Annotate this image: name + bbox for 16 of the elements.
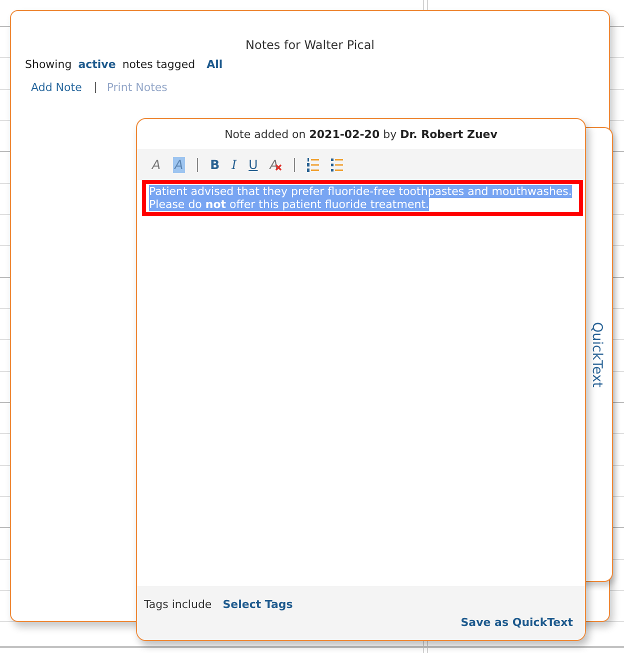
panel-title: Notes for Walter Pical [244,38,376,52]
save-quicktext-link[interactable]: Save as QuickText [460,616,573,629]
tag-link[interactable]: All [206,58,223,71]
filter-text: Showing active notes tagged All [25,58,224,71]
note-header: Note added on 2021-02-20 by Dr. Robert Zuev [224,128,498,140]
status-link[interactable]: active [78,58,116,71]
underline-button[interactable]: U [248,157,258,172]
italic-button[interactable]: I [232,157,237,172]
select-tags-link[interactable]: Select Tags [222,598,293,611]
numbered-list-icon[interactable] [307,158,320,172]
bold-button[interactable]: B [210,157,220,172]
tags-label: Tags include [144,598,212,611]
note-text: Patient advised that they prefer fluoride-free toothpastes and mouthwashes. Please do not offer this patient fluoride treatment. [149,185,572,211]
bulleted-list-icon[interactable] [331,158,344,172]
text-color-button[interactable]: A [152,157,161,172]
action-link[interactable]: Add Note [31,81,82,94]
